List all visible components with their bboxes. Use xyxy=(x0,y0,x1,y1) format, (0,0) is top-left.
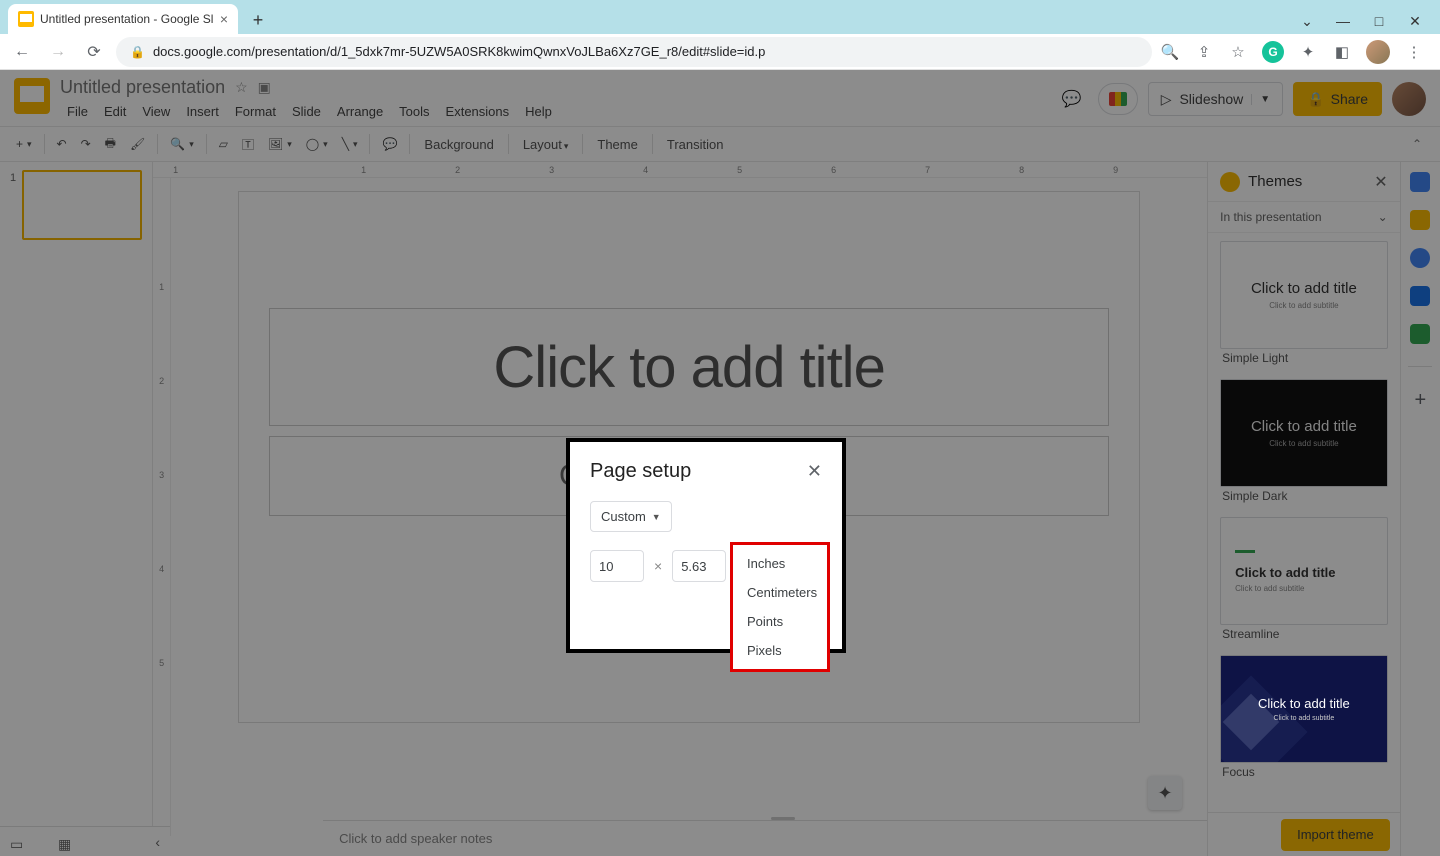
sidepanel-icon[interactable]: ◧ xyxy=(1332,42,1352,62)
extensions-icon[interactable]: ✦ xyxy=(1298,42,1318,62)
unit-option-pixels[interactable]: Pixels xyxy=(733,636,827,665)
grammarly-icon[interactable]: G xyxy=(1262,41,1284,63)
browser-address-bar: ← → ⟳ 🔒 docs.google.com/presentation/d/1… xyxy=(0,34,1440,70)
unit-option-centimeters[interactable]: Centimeters xyxy=(733,578,827,607)
unit-option-points[interactable]: Points xyxy=(733,607,827,636)
app-area: Untitled presentation ☆ ▣ File Edit View… xyxy=(0,70,1440,856)
unit-dropdown-menu: Inches Centimeters Points Pixels xyxy=(730,542,830,672)
url-text: docs.google.com/presentation/d/1_5dxk7mr… xyxy=(153,44,765,59)
forward-button[interactable]: → xyxy=(44,38,72,66)
url-field[interactable]: 🔒 docs.google.com/presentation/d/1_5dxk7… xyxy=(116,37,1152,67)
chevron-down-icon[interactable]: ⌄ xyxy=(1298,13,1316,30)
by-separator: × xyxy=(654,558,662,574)
page-size-preset-select[interactable]: Custom ▼ xyxy=(590,501,672,532)
bookmark-icon[interactable]: ☆ xyxy=(1228,42,1248,62)
window-controls: ⌄ — □ ✕ xyxy=(1298,13,1432,34)
dropdown-arrow-icon: ▼ xyxy=(652,512,661,522)
dialog-close-icon[interactable]: ✕ xyxy=(807,461,822,482)
preset-label: Custom xyxy=(601,509,646,524)
back-button[interactable]: ← xyxy=(8,38,36,66)
browser-tab-strip: Untitled presentation - Google Sl × + ⌄ … xyxy=(0,0,1440,34)
page-setup-dialog: Page setup ✕ Custom ▼ × Cancel Inches Ce… xyxy=(566,438,846,653)
new-tab-button[interactable]: + xyxy=(244,6,272,34)
close-window-icon[interactable]: ✕ xyxy=(1406,13,1424,30)
tab-close-icon[interactable]: × xyxy=(220,11,228,27)
share-url-icon[interactable]: ⇪ xyxy=(1194,42,1214,62)
maximize-icon[interactable]: □ xyxy=(1370,13,1388,30)
tab-title: Untitled presentation - Google Sl xyxy=(40,12,213,26)
height-input[interactable] xyxy=(672,550,726,582)
browser-tab[interactable]: Untitled presentation - Google Sl × xyxy=(8,4,238,34)
dialog-title: Page setup xyxy=(590,460,691,483)
chrome-menu-icon[interactable]: ⋮ xyxy=(1404,42,1424,62)
lock-icon: 🔒 xyxy=(130,45,145,59)
reload-button[interactable]: ⟳ xyxy=(80,38,108,66)
width-input[interactable] xyxy=(590,550,644,582)
minimize-icon[interactable]: — xyxy=(1334,13,1352,30)
unit-option-inches[interactable]: Inches xyxy=(733,549,827,578)
slides-favicon xyxy=(18,11,34,27)
zoom-icon[interactable]: 🔍 xyxy=(1160,42,1180,62)
profile-avatar[interactable] xyxy=(1366,40,1390,64)
